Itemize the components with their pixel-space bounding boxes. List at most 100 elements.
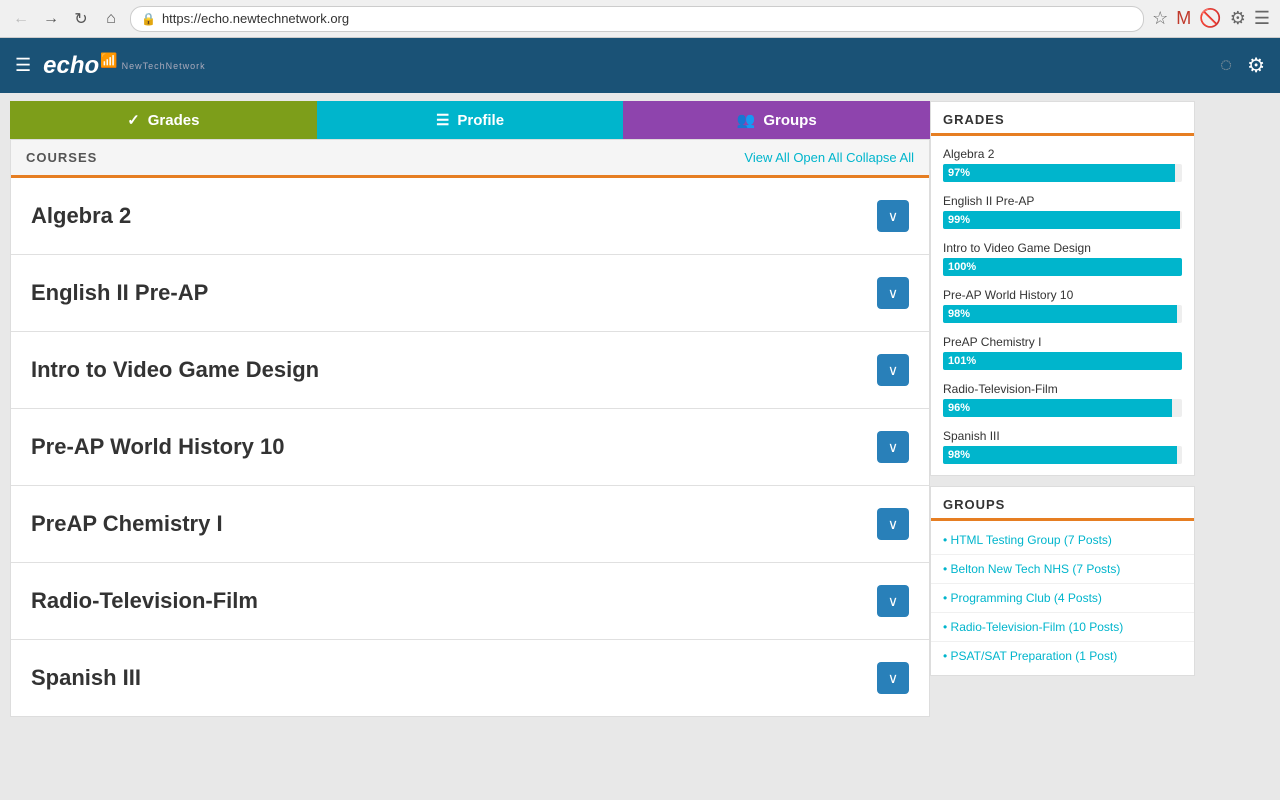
groups-tab-label: Groups xyxy=(763,112,816,129)
tab-navigation: ✓ Grades ☰ Profile 👥 Groups xyxy=(10,101,930,139)
grade-bar: 99% xyxy=(943,211,1180,229)
expand-videogame-button[interactable]: ∨ xyxy=(877,354,909,386)
browser-chrome: ← → ↻ ⌂ 🔒 https://echo.newtechnetwork.or… xyxy=(0,0,1280,38)
left-panel: ✓ Grades ☰ Profile 👥 Groups COURSES View… xyxy=(10,101,920,717)
settings-icon[interactable]: ⚙ xyxy=(1230,8,1246,29)
grades-icon: ✓ xyxy=(127,111,140,129)
course-item: PreAP Chemistry I ∨ xyxy=(11,486,929,563)
app-header: ☰ echo 📶 NewTechNetwork ◌ ⚙ xyxy=(0,38,1280,93)
courses-header: COURSES View All Open All Collapse All xyxy=(11,140,929,178)
course-name-worldhistory: Pre-AP World History 10 xyxy=(31,434,284,460)
grade-percent: 98% xyxy=(948,449,970,461)
menu-icon[interactable]: ☰ xyxy=(1254,8,1270,29)
groups-sidebar-title: GROUPS xyxy=(931,487,1194,521)
grade-course-label: Algebra 2 xyxy=(943,147,1182,161)
home-button[interactable]: ⌂ xyxy=(100,8,122,30)
grade-item-spanish: Spanish III 98% xyxy=(931,423,1194,470)
grades-tab-label: Grades xyxy=(148,112,200,129)
course-name-spanish: Spanish III xyxy=(31,665,141,691)
course-name-radio: Radio-Television-Film xyxy=(31,588,258,614)
grade-bar-container: 98% xyxy=(943,446,1182,464)
url-text: https://echo.newtechnetwork.org xyxy=(162,11,349,26)
groups-list: • HTML Testing Group (7 Posts) • Belton … xyxy=(931,521,1194,675)
expand-radio-button[interactable]: ∨ xyxy=(877,585,909,617)
course-name-chemistry: PreAP Chemistry I xyxy=(31,511,223,537)
grade-bar: 97% xyxy=(943,164,1175,182)
group-item-radio[interactable]: • Radio-Television-Film (10 Posts) xyxy=(931,613,1194,642)
grade-percent: 96% xyxy=(948,402,970,414)
grade-bar-container: 98% xyxy=(943,305,1182,323)
group-item-html[interactable]: • HTML Testing Group (7 Posts) xyxy=(931,526,1194,555)
expand-chemistry-button[interactable]: ∨ xyxy=(877,508,909,540)
profile-icon: ☰ xyxy=(436,111,449,129)
grade-bar-container: 101% xyxy=(943,352,1182,370)
forward-button[interactable]: → xyxy=(40,8,62,30)
grade-percent: 100% xyxy=(948,261,976,273)
tab-grades[interactable]: ✓ Grades xyxy=(10,101,317,139)
settings-gear-icon[interactable]: ⚙ xyxy=(1247,53,1265,78)
course-item: Radio-Television-Film ∨ xyxy=(11,563,929,640)
grade-item-videogame: Intro to Video Game Design 100% xyxy=(931,235,1194,282)
expand-worldhistory-button[interactable]: ∨ xyxy=(877,431,909,463)
grade-percent: 98% xyxy=(948,308,970,320)
grade-bar: 98% xyxy=(943,446,1177,464)
grade-course-label: Intro to Video Game Design xyxy=(943,241,1182,255)
grade-item-english: English II Pre-AP 99% xyxy=(931,188,1194,235)
grade-item-radio: Radio-Television-Film 96% xyxy=(931,376,1194,423)
course-name-english: English II Pre-AP xyxy=(31,280,208,306)
courses-panel: COURSES View All Open All Collapse All A… xyxy=(10,139,930,717)
expand-english-button[interactable]: ∨ xyxy=(877,277,909,309)
grade-bar-container: 99% xyxy=(943,211,1182,229)
star-icon[interactable]: ☆ xyxy=(1152,8,1168,29)
grade-course-label: Spanish III xyxy=(943,429,1182,443)
grade-course-label: English II Pre-AP xyxy=(943,194,1182,208)
grade-percent: 99% xyxy=(948,214,970,226)
block-icon[interactable]: 🚫 xyxy=(1199,8,1221,29)
grade-percent: 97% xyxy=(948,167,970,179)
grade-bar: 101% xyxy=(943,352,1182,370)
grades-list: Algebra 2 97% English II Pre-AP 99% xyxy=(931,136,1194,475)
grade-bar: 98% xyxy=(943,305,1177,323)
courses-title: COURSES xyxy=(26,150,97,165)
header-left: ☰ echo 📶 NewTechNetwork xyxy=(15,52,206,80)
groups-icon: 👥 xyxy=(737,111,756,129)
main-area: ✓ Grades ☰ Profile 👥 Groups COURSES View… xyxy=(0,93,1280,725)
tab-profile[interactable]: ☰ Profile xyxy=(317,101,624,139)
tab-groups[interactable]: 👥 Groups xyxy=(623,101,930,139)
ssl-lock-icon: 🔒 xyxy=(141,12,156,26)
course-name-videogame: Intro to Video Game Design xyxy=(31,357,319,383)
hamburger-menu-button[interactable]: ☰ xyxy=(15,55,31,76)
logo-text: echo xyxy=(43,52,99,80)
course-item: Pre-AP World History 10 ∨ xyxy=(11,409,929,486)
browser-action-icons: ☆ M 🚫 ⚙ ☰ xyxy=(1152,8,1270,29)
group-item-programming[interactable]: • Programming Club (4 Posts) xyxy=(931,584,1194,613)
expand-algebra2-button[interactable]: ∨ xyxy=(877,200,909,232)
echo-logo: echo 📶 NewTechNetwork xyxy=(43,52,205,80)
course-item: English II Pre-AP ∨ xyxy=(11,255,929,332)
grade-percent: 101% xyxy=(948,355,976,367)
grade-item-algebra2: Algebra 2 97% xyxy=(931,141,1194,188)
address-bar[interactable]: 🔒 https://echo.newtechnetwork.org xyxy=(130,6,1144,32)
grade-course-label: PreAP Chemistry I xyxy=(943,335,1182,349)
grades-sidebar-title: GRADES xyxy=(931,102,1194,136)
grade-bar-container: 97% xyxy=(943,164,1182,182)
course-item: Intro to Video Game Design ∨ xyxy=(11,332,929,409)
grades-sidebar-section: GRADES Algebra 2 97% English II Pre-AP 9… xyxy=(930,101,1195,476)
grade-bar-container: 96% xyxy=(943,399,1182,417)
grade-item-chemistry: PreAP Chemistry I 101% xyxy=(931,329,1194,376)
grade-course-label: Pre-AP World History 10 xyxy=(943,288,1182,302)
grade-course-label: Radio-Television-Film xyxy=(943,382,1182,396)
group-item-psat[interactable]: • PSAT/SAT Preparation (1 Post) xyxy=(931,642,1194,670)
grade-bar: 96% xyxy=(943,399,1172,417)
back-button[interactable]: ← xyxy=(10,8,32,30)
refresh-button[interactable]: ↻ xyxy=(70,8,92,30)
group-item-nhs[interactable]: • Belton New Tech NHS (7 Posts) xyxy=(931,555,1194,584)
courses-actions[interactable]: View All Open All Collapse All xyxy=(744,150,914,165)
expand-spanish-button[interactable]: ∨ xyxy=(877,662,909,694)
course-name-algebra2: Algebra 2 xyxy=(31,203,131,229)
course-item: Algebra 2 ∨ xyxy=(11,178,929,255)
logo-subtitle: NewTechNetwork xyxy=(122,61,206,71)
gmail-icon[interactable]: M xyxy=(1176,8,1191,29)
header-right: ◌ ⚙ xyxy=(1220,53,1265,78)
grade-bar: 100% xyxy=(943,258,1182,276)
